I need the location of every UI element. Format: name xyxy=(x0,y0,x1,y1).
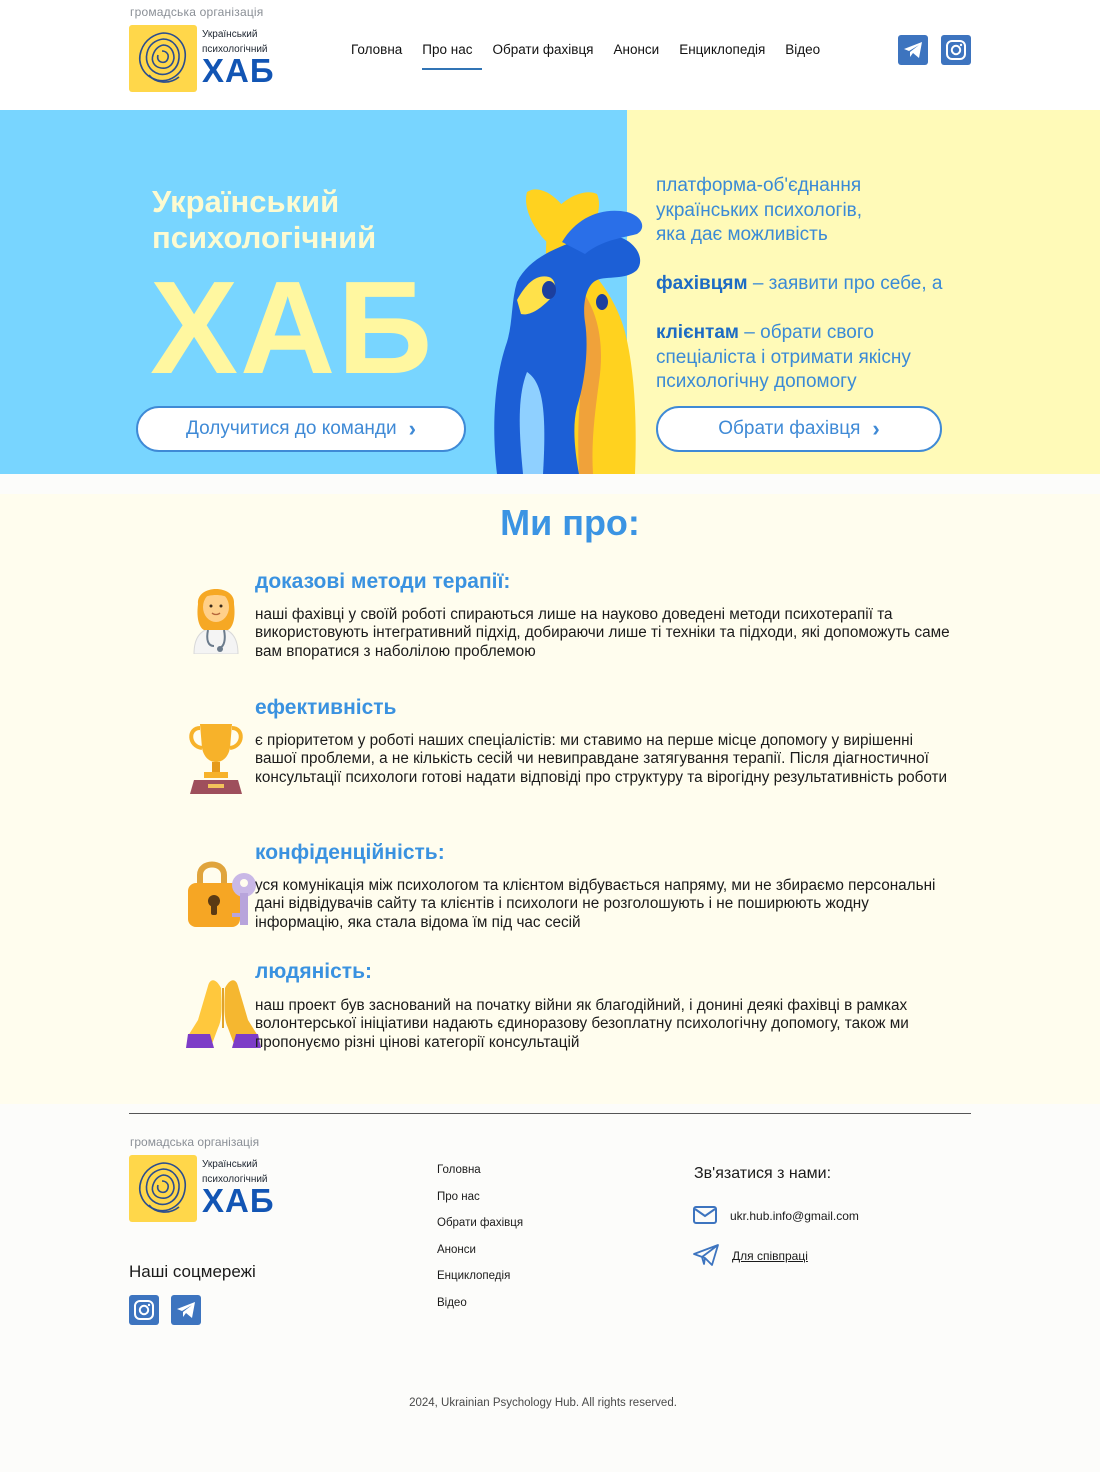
join-team-button[interactable]: Долучитися до команди › xyxy=(136,406,466,452)
trophy-icon xyxy=(186,718,246,798)
footer-nav-video[interactable]: Відео xyxy=(437,1296,523,1323)
folded-hands-icon xyxy=(186,968,261,1048)
hero-section: Український психологічний ХАБ Долучитися… xyxy=(0,110,1100,474)
header-logo[interactable]: Український психологічний ХАБ xyxy=(129,25,289,95)
send-icon xyxy=(692,1243,720,1270)
copyright: 2024, Ukrainian Psychology Hub. All righ… xyxy=(409,1397,677,1409)
logo-line-1: Український xyxy=(202,1159,258,1170)
hero-big-title: ХАБ xyxy=(150,254,435,401)
feature-title: людяність: xyxy=(255,960,372,983)
chevron-right-icon: › xyxy=(872,416,880,441)
instagram-icon[interactable] xyxy=(941,35,971,65)
feature-title: конфіденційність: xyxy=(255,841,445,864)
nav-home[interactable]: Головна xyxy=(341,40,412,70)
footer-nav: Головна Про нас Обрати фахівця Анонси Ен… xyxy=(437,1163,523,1323)
feature-text: є пріоритетом у роботі наших спеціалісті… xyxy=(255,732,948,786)
mail-icon xyxy=(692,1205,718,1228)
footer-org-label: громадська організація xyxy=(130,1135,260,1149)
org-label: громадська організація xyxy=(130,5,264,19)
footer-logo[interactable]: Український психологічний ХАБ xyxy=(129,1155,289,1225)
main-nav: Головна Про нас Обрати фахівця Анонси Ен… xyxy=(341,40,830,70)
contact-email-text: ukr.hub.info@gmail.com xyxy=(730,1209,859,1223)
telegram-icon[interactable] xyxy=(171,1295,201,1325)
feature-text: уся комунікація між психологом та клієнт… xyxy=(255,877,936,931)
woman-doctor-icon xyxy=(186,574,246,655)
chevron-right-icon: › xyxy=(408,416,416,441)
footer-nav-encyclopedia[interactable]: Енциклопедія xyxy=(437,1269,523,1296)
feature-title: ефективність xyxy=(255,696,397,719)
feature-text: наші фахівці у своїй роботі спираються л… xyxy=(255,606,950,660)
nav-video[interactable]: Відео xyxy=(775,40,830,70)
hero-specialists-text: фахівцям – заявити про себе, а xyxy=(656,273,943,294)
about-title: Ми про: xyxy=(500,502,640,543)
contact-email[interactable]: ukr.hub.info@gmail.com xyxy=(692,1203,859,1229)
logo-fingerprint-icon xyxy=(129,1155,197,1222)
hero-subtitle: Український психологічний xyxy=(152,184,377,255)
nav-announcements[interactable]: Анонси xyxy=(604,40,670,70)
feature-text: наш проект був заснований на початку вій… xyxy=(255,997,909,1051)
choose-specialist-button[interactable]: Обрати фахівця › xyxy=(656,406,942,452)
hero-description: платформа-об'єднання українських психоло… xyxy=(656,175,863,245)
footer-social-title: Наші соцмережі xyxy=(129,1262,256,1281)
footer-nav-choose-specialist[interactable]: Обрати фахівця xyxy=(437,1216,523,1243)
footer-nav-about[interactable]: Про нас xyxy=(437,1190,523,1217)
lock-with-key-icon xyxy=(186,855,261,935)
footer-divider xyxy=(129,1113,971,1114)
about-section: Ми про: доказові методи терапії: наші фа… xyxy=(0,494,1100,1104)
logo-fingerprint-icon xyxy=(129,25,197,92)
footer-nav-announcements[interactable]: Анонси xyxy=(437,1243,523,1270)
nav-choose-specialist[interactable]: Обрати фахівця xyxy=(482,40,603,70)
nav-encyclopedia[interactable]: Енциклопедія xyxy=(669,40,775,70)
footer-nav-home[interactable]: Головна xyxy=(437,1163,523,1190)
nav-about[interactable]: Про нас xyxy=(412,40,483,70)
logo-big: ХАБ xyxy=(202,1182,275,1219)
cooperation-link[interactable]: Для співпраці xyxy=(732,1249,808,1263)
logo-big: ХАБ xyxy=(202,52,275,89)
instagram-icon[interactable] xyxy=(129,1295,159,1325)
site-header: громадська організація Український психо… xyxy=(0,0,1100,110)
hero-clients-text: клієнтам – обрати свого спеціаліста і от… xyxy=(656,322,911,392)
contact-title: Зв'язатися з нами: xyxy=(694,1165,832,1182)
feature-title: доказові методи терапії: xyxy=(255,570,511,593)
hands-illustration xyxy=(487,182,647,474)
logo-line-1: Український xyxy=(202,29,258,40)
contact-cooperation[interactable]: Для співпраці xyxy=(692,1243,808,1269)
telegram-icon[interactable] xyxy=(898,35,928,65)
